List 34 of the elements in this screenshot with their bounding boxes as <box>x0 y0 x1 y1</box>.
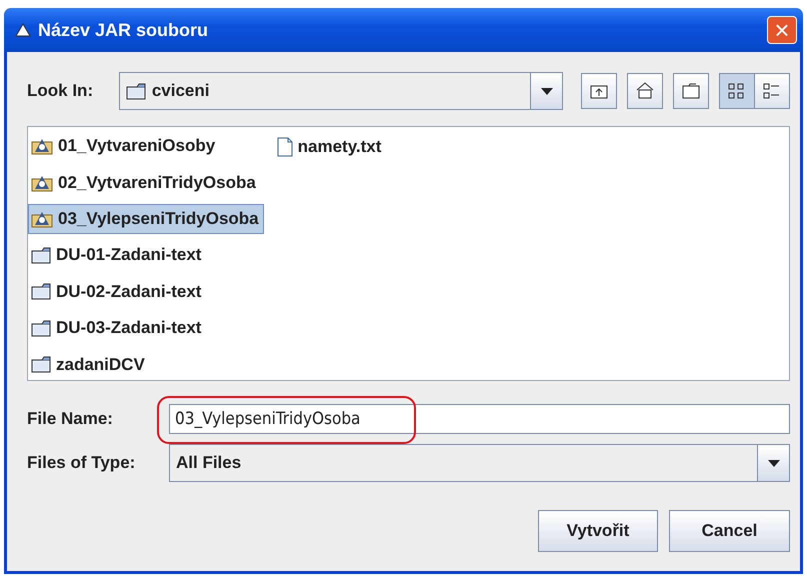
file-name-field[interactable]: 03_VylepseniTridyOsoba <box>169 404 790 434</box>
create-button[interactable]: Vytvořit <box>538 510 658 552</box>
look-in-dropdown[interactable]: cviceni <box>118 72 563 110</box>
file-item[interactable]: DU-02-Zadani-text <box>28 276 264 308</box>
toolbar-button[interactable] <box>754 73 790 109</box>
folder-icon <box>31 320 51 337</box>
app-icon <box>14 22 32 38</box>
toolbar-button[interactable] <box>673 73 709 109</box>
file-item[interactable]: zadaniDCV <box>28 350 264 380</box>
file-item[interactable]: 02_VytvareniTridyOsoba <box>28 167 264 198</box>
toolbar-button[interactable] <box>581 73 617 109</box>
folder-icon <box>31 356 51 374</box>
file-item[interactable]: namety.txt <box>274 131 386 162</box>
file-name-label: File Name: <box>27 409 114 429</box>
file-item[interactable]: DU-03-Zadani-text <box>28 313 264 344</box>
close-button[interactable]: × <box>767 16 797 44</box>
folder-icon <box>31 283 51 300</box>
caret-icon <box>540 88 552 94</box>
caret-icon <box>768 460 780 466</box>
folder-icon <box>31 246 51 264</box>
file-type-dropdown[interactable]: All Files <box>169 444 790 482</box>
file-item[interactable]: 01_VytvareniOsoby <box>28 131 264 162</box>
window-title: Název JAR souboru <box>38 20 210 40</box>
file-item[interactable]: DU-01-Zadani-text <box>28 240 264 271</box>
file-icon <box>276 136 293 156</box>
dropdown-value: All Files <box>175 453 242 473</box>
folder-icon <box>126 82 146 100</box>
cancel-button[interactable]: Cancel <box>669 510 790 552</box>
file-type-label: Files of Type: <box>27 453 136 473</box>
dropdown-value: cviceni <box>152 81 210 101</box>
look-in-label: Look In: <box>27 81 94 101</box>
toolbar-button[interactable] <box>627 73 663 109</box>
file-item[interactable]: 03_VylepseniTridyOsoba <box>28 204 264 234</box>
toolbar-button[interactable] <box>719 73 755 109</box>
